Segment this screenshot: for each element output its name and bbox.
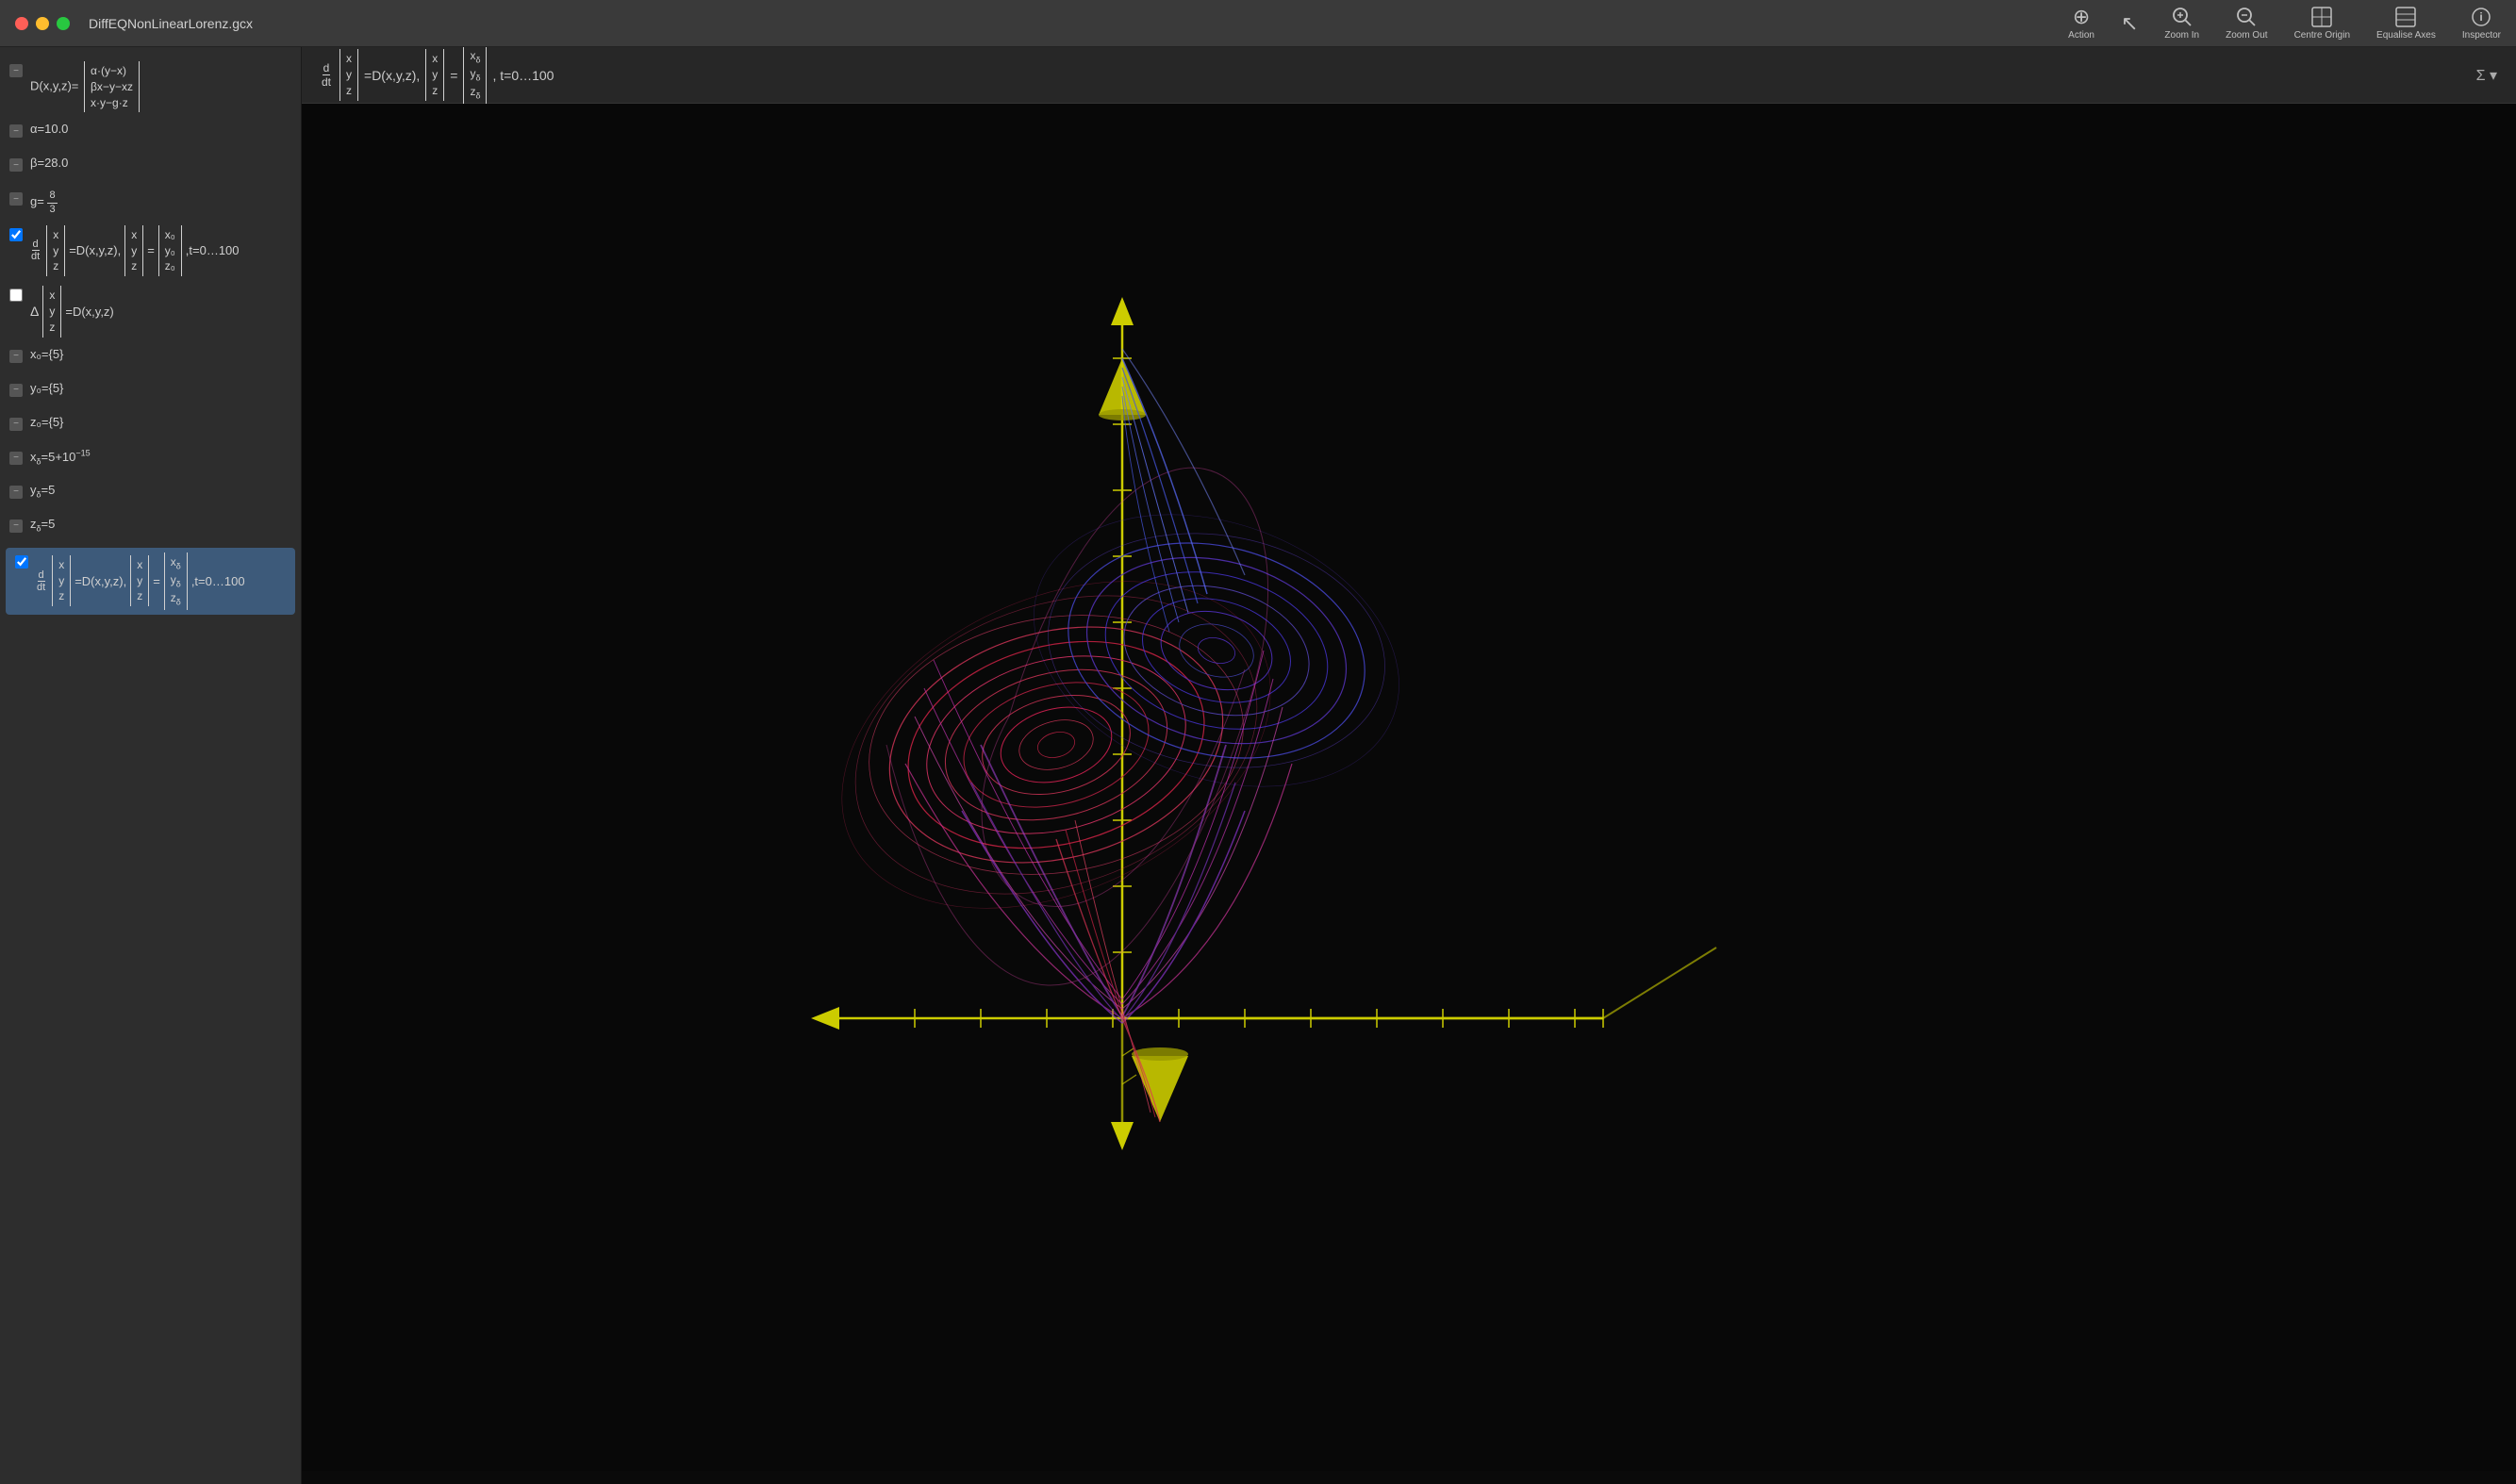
matrix-xyz4: x y z — [130, 555, 149, 606]
equalise-axes-icon — [2395, 7, 2416, 27]
collapse-icon[interactable]: − — [9, 418, 23, 431]
close-button[interactable] — [15, 17, 28, 30]
svg-text:i: i — [2480, 10, 2483, 24]
matrix-xyz3: x y z — [52, 555, 71, 606]
list-item[interactable]: − D(x,y,z)= α·(y−x) βx−y−xz x·y−g·z — [0, 57, 301, 117]
list-item[interactable]: − z₀={5} — [0, 410, 301, 444]
canvas-area[interactable]: d dt x y z =D(x,y,z), x y z = xδ yδ — [302, 47, 2516, 1484]
matrix-delta-init: xδ yδ zδ — [164, 552, 188, 610]
collapse-icon[interactable]: − — [9, 64, 23, 77]
equalise-axes-label: Equalise Axes — [2376, 30, 2436, 41]
collapse-icon[interactable]: − — [9, 192, 23, 206]
ode1-checkbox[interactable] — [9, 228, 23, 241]
item-content: xδ=5+10−15 — [30, 449, 291, 467]
list-item[interactable]: − yδ=5 — [0, 478, 301, 512]
eq-matrix1: x y z — [339, 49, 358, 100]
item-content: yδ=5 — [30, 483, 291, 500]
minimize-button[interactable] — [36, 17, 49, 30]
collapse-icon[interactable]: − — [9, 350, 23, 363]
derivative-notation2: d dt — [36, 569, 46, 593]
list-item[interactable]: − x₀={5} — [0, 342, 301, 376]
list-item[interactable]: − xδ=5+10−15 — [0, 444, 301, 478]
derivative-notation: d dt — [30, 239, 41, 262]
item-content: g= 8 3 — [30, 190, 291, 215]
zoom-in-button[interactable]: Zoom In — [2164, 7, 2199, 41]
zoom-in-icon — [2172, 7, 2193, 27]
centre-origin-label: Centre Origin — [2294, 30, 2350, 41]
matrix-xyz: x y z — [46, 225, 65, 276]
matrix-delta: x y z — [42, 286, 61, 337]
centre-origin-button[interactable]: Centre Origin — [2294, 7, 2350, 41]
eq-deriv: d dt — [321, 61, 332, 89]
item-content: d dt x y z =D(x,y,z), x y z = x₀ y₀ — [30, 225, 291, 276]
pointer-button[interactable]: ↖ — [2121, 13, 2138, 34]
item-content: β=28.0 — [30, 156, 291, 170]
delta-checkbox[interactable] — [9, 289, 23, 302]
eq-matrix3: xδ yδ zδ — [463, 47, 487, 104]
eq-matrix2: x y z — [425, 49, 444, 100]
zoom-out-label: Zoom Out — [2226, 30, 2267, 41]
collapse-icon[interactable]: − — [9, 384, 23, 397]
fraction-display: 8 3 — [47, 190, 57, 215]
zoom-out-button[interactable]: Zoom Out — [2226, 7, 2267, 41]
fullscreen-button[interactable] — [57, 17, 70, 30]
zoom-in-label: Zoom In — [2164, 30, 2199, 41]
item-content: x₀={5} — [30, 347, 291, 361]
list-item[interactable]: − α=10.0 — [0, 117, 301, 151]
list-item[interactable]: d dt x y z =D(x,y,z), x y z = xδ yδ — [6, 548, 295, 615]
sigma-button[interactable]: Σ ▾ — [2476, 66, 2497, 85]
list-item[interactable]: − β=28.0 — [0, 151, 301, 185]
sidebar: − D(x,y,z)= α·(y−x) βx−y−xz x·y−g·z − α=… — [0, 47, 302, 1484]
item-content: α=10.0 — [30, 122, 291, 136]
ode2-checkbox[interactable] — [15, 555, 28, 569]
matrix-display: α·(y−x) βx−y−xz x·y−g·z — [84, 61, 140, 112]
action-icon: ⊕ — [2073, 7, 2090, 27]
action-label: Action — [2068, 30, 2094, 41]
collapse-icon[interactable]: − — [9, 452, 23, 465]
action-button[interactable]: ⊕ Action — [2068, 7, 2094, 41]
inspector-button[interactable]: i Inspector — [2462, 7, 2501, 41]
matrix-init: x₀ y₀ z₀ — [158, 225, 182, 276]
list-item[interactable]: − zδ=5 — [0, 512, 301, 546]
inspector-icon: i — [2471, 7, 2491, 27]
app-title: DiffEQNonLinearLorenz.gcx — [89, 16, 2068, 31]
pointer-icon: ↖ — [2121, 13, 2138, 34]
item-content: D(x,y,z)= α·(y−x) βx−y−xz x·y−g·z — [30, 61, 291, 112]
item-content: z₀={5} — [30, 415, 291, 429]
traffic-lights — [15, 17, 70, 30]
list-item[interactable]: Δ x y z =D(x,y,z) — [0, 281, 301, 341]
lorenz-visualization — [302, 104, 2516, 1471]
item-content: y₀={5} — [30, 381, 291, 395]
collapse-icon[interactable]: − — [9, 486, 23, 499]
item-content: Δ x y z =D(x,y,z) — [30, 286, 291, 337]
inspector-label: Inspector — [2462, 30, 2501, 41]
list-item[interactable]: − g= 8 3 — [0, 185, 301, 220]
zoom-out-icon — [2236, 7, 2257, 27]
collapse-icon[interactable]: − — [9, 158, 23, 172]
matrix-xyz2: x y z — [124, 225, 143, 276]
item-content: d dt x y z =D(x,y,z), x y z = xδ yδ — [36, 552, 286, 610]
equalise-axes-button[interactable]: Equalise Axes — [2376, 7, 2436, 41]
collapse-icon[interactable]: − — [9, 519, 23, 533]
list-item[interactable]: − y₀={5} — [0, 376, 301, 410]
item-content: zδ=5 — [30, 517, 291, 534]
equation-bar: d dt x y z =D(x,y,z), x y z = xδ yδ — [302, 47, 2516, 104]
list-item[interactable]: d dt x y z =D(x,y,z), x y z = x₀ y₀ — [0, 221, 301, 281]
centre-origin-icon — [2311, 7, 2332, 27]
collapse-icon[interactable]: − — [9, 124, 23, 138]
